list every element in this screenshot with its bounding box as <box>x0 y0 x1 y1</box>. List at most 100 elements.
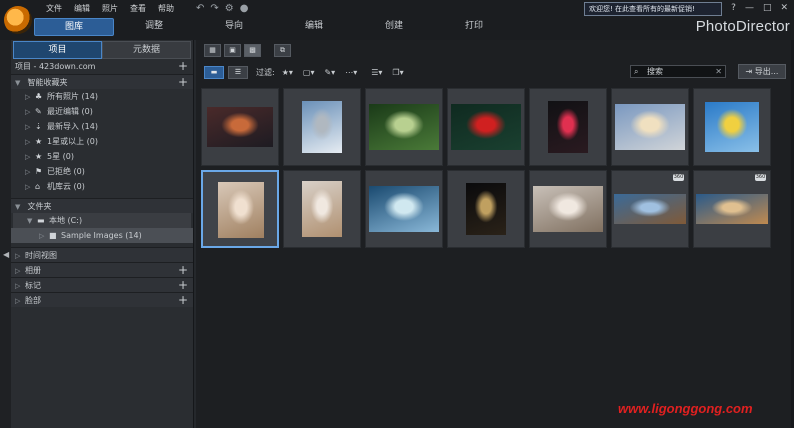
tab-edit[interactable]: 编辑 <box>274 18 354 36</box>
account-icon[interactable]: ● <box>240 2 249 15</box>
tab-print[interactable]: 打印 <box>434 18 514 36</box>
tab-project[interactable]: 项目 <box>13 41 102 59</box>
search-input[interactable]: ⌕ 搜索 ✕ <box>630 65 726 78</box>
filter-toolbar: ▬ ☰ 过滤: ★▾ ▢▾ ✎▾ ⋯▾ ☰▾ ❐▾ ⌕ 搜索 ✕ ⇥ 导出... <box>204 64 788 80</box>
second-display-icon[interactable]: ⧉ <box>274 44 291 57</box>
sort-icon[interactable]: ☰▾ <box>368 68 385 77</box>
star-icon: ★ <box>35 152 43 161</box>
folder-sample-images[interactable]: ▷ ■ Sample Images (14) <box>11 228 193 243</box>
library-panel: 项目 元数据 项目 - 423down.com + ▼ 智能收藏夹 + ▷ ♣ 所有… <box>11 40 194 428</box>
tab-library[interactable]: 图库 <box>34 18 114 36</box>
photo-image <box>451 104 521 150</box>
window-controls: ? — □ ✕ <box>731 2 788 15</box>
maximize-icon[interactable]: □ <box>763 2 772 15</box>
collection-1star[interactable]: ▷ ★ 1星或以上 (0) <box>11 134 193 149</box>
thumbnail-layout-icon[interactable]: ▬ <box>204 65 224 79</box>
undo-icon[interactable]: ↶ <box>196 2 204 15</box>
timeline-header[interactable]: ▷ 时间视图 <box>11 247 193 262</box>
star-icon: ★ <box>35 137 43 146</box>
collection-rejected[interactable]: ▷ ⚑ 已拒绝 (0) <box>11 164 193 179</box>
watermark-text: www.ligonggong.com <box>618 401 753 416</box>
collection-recent-edit[interactable]: ▷ ✎ 最近编辑 (0) <box>11 104 193 119</box>
list-layout-icon[interactable]: ☰ <box>228 65 248 79</box>
menu-help[interactable]: 帮助 <box>152 2 180 16</box>
photo-thumbnail[interactable]: 360 <box>693 170 771 248</box>
app-logo-icon[interactable] <box>4 6 32 34</box>
collection-label: 1星或以上 (0) <box>47 137 98 146</box>
export-button[interactable]: ⇥ 导出... <box>738 64 786 79</box>
menu-file[interactable]: 文件 <box>40 2 68 16</box>
menu-photo[interactable]: 照片 <box>96 2 124 16</box>
section-title: 时间视图 <box>25 251 57 260</box>
collection-cloud[interactable]: ▷ ⌂ 机库云 (0) <box>11 179 193 194</box>
collection-label: 机库云 (0) <box>47 182 85 191</box>
albums-header[interactable]: ▷ 相册 + <box>11 262 193 277</box>
collection-all-photos[interactable]: ▷ ♣ 所有照片 (14) <box>11 89 193 104</box>
photo-thumbnail[interactable] <box>365 170 443 248</box>
left-collapse-strip[interactable]: ◀ <box>0 40 11 428</box>
single-view-icon[interactable]: ▣ <box>224 44 241 57</box>
tab-adjust[interactable]: 调整 <box>114 18 194 36</box>
stack-icon[interactable]: ❐▾ <box>389 68 406 77</box>
photo-thumbnail[interactable] <box>283 170 361 248</box>
close-icon[interactable]: ✕ <box>780 2 788 15</box>
rating-filter-icon[interactable]: ★▾ <box>279 68 296 77</box>
drive-c[interactable]: ▼ ▬ 本地 (C:) <box>13 213 191 228</box>
add-album-icon[interactable]: + <box>178 263 188 277</box>
collection-5star[interactable]: ▷ ★ 5星 (0) <box>11 149 193 164</box>
folder-label: Sample Images (14) <box>61 231 142 240</box>
import-icon: ⇣ <box>35 122 42 131</box>
grid-view-icon[interactable]: ▩ <box>244 44 261 57</box>
tab-create[interactable]: 创建 <box>354 18 434 36</box>
project-label: 项目 - 423down.com <box>15 62 96 71</box>
tab-metadata[interactable]: 元数据 <box>102 41 191 59</box>
folders-header[interactable]: ▼ 文件夹 <box>11 198 193 213</box>
settings-icon[interactable]: ⚙ <box>225 2 234 15</box>
collection-label: 已拒绝 (0) <box>47 167 85 176</box>
clear-search-icon[interactable]: ✕ <box>715 66 722 77</box>
compare-view-icon[interactable]: ▦ <box>204 44 221 57</box>
expand-arrow-icon[interactable]: ▷ <box>15 294 25 309</box>
photo-image <box>302 101 342 153</box>
photo-thumbnail[interactable] <box>283 88 361 166</box>
quick-toolbar: ↶ ↷ ⚙ ● <box>196 2 248 15</box>
photo-thumbnail[interactable] <box>447 170 525 248</box>
minimize-icon[interactable]: — <box>745 2 754 15</box>
promo-notice[interactable]: 欢迎您! 在此查看所有的最新促销! <box>584 2 722 16</box>
collection-recent-import[interactable]: ▷ ⇣ 最新导入 (14) <box>11 119 193 134</box>
cloud-icon: ⌂ <box>35 182 41 191</box>
photo-thumbnail[interactable] <box>201 88 279 166</box>
collection-label: 5星 (0) <box>47 152 74 161</box>
more-filter-icon[interactable]: ⋯▾ <box>342 68 360 77</box>
add-tag-icon[interactable]: + <box>178 278 188 292</box>
color-filter-icon[interactable]: ▢▾ <box>300 68 318 77</box>
folder-icon: ■ <box>49 231 57 240</box>
photo-thumbnail[interactable] <box>201 170 279 248</box>
tab-guided[interactable]: 导向 <box>194 18 274 36</box>
photo-thumbnail[interactable] <box>529 170 607 248</box>
smart-collections-header[interactable]: ▼ 智能收藏夹 + <box>11 74 193 89</box>
photo-thumbnail[interactable]: 360 <box>611 170 689 248</box>
photo-thumbnail[interactable] <box>693 88 771 166</box>
add-project-icon[interactable]: + <box>178 59 188 73</box>
tags-header[interactable]: ▷ 标记 + <box>11 277 193 292</box>
all-photos-icon: ♣ <box>35 92 43 101</box>
project-row: 项目 - 423down.com + <box>11 59 193 74</box>
add-face-icon[interactable]: + <box>178 293 188 307</box>
collapse-arrow-icon[interactable]: ◀ <box>3 250 9 259</box>
help-icon[interactable]: ? <box>731 2 736 15</box>
section-title: 相册 <box>25 266 41 275</box>
menu-edit[interactable]: 编辑 <box>68 2 96 16</box>
panorama-360-icon: 360 <box>673 174 684 181</box>
menu-view[interactable]: 查看 <box>124 2 152 16</box>
photo-image <box>218 182 264 238</box>
redo-icon[interactable]: ↷ <box>210 2 218 15</box>
add-collection-icon[interactable]: + <box>178 75 188 89</box>
photo-thumbnail[interactable] <box>529 88 607 166</box>
photo-thumbnail[interactable] <box>447 88 525 166</box>
edit-filter-icon[interactable]: ✎▾ <box>321 68 338 77</box>
photo-image <box>615 104 685 150</box>
photo-thumbnail[interactable] <box>611 88 689 166</box>
photo-thumbnail[interactable] <box>365 88 443 166</box>
faces-header[interactable]: ▷ 脸部 + <box>11 292 193 307</box>
